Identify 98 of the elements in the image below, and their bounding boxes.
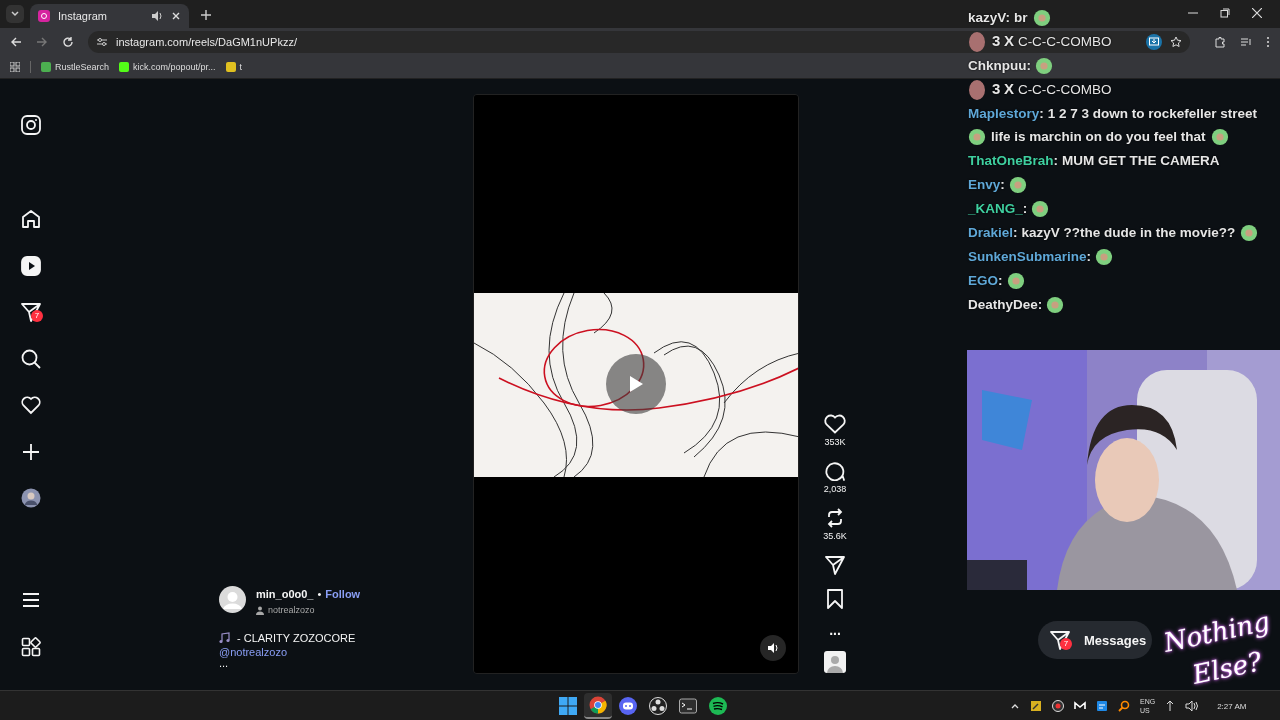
extensions-icon[interactable] (1214, 36, 1226, 48)
emote-icon (1240, 224, 1259, 243)
tab-title: Instagram (58, 10, 108, 22)
mention-link[interactable]: @notrealzozo (219, 646, 473, 658)
send-icon (1050, 630, 1070, 650)
emote-icon (1032, 9, 1051, 28)
emote-icon (1095, 248, 1114, 267)
music-notes-icon (219, 632, 231, 644)
emote-icon (1006, 272, 1025, 291)
chat-message: EGO: (968, 269, 1030, 292)
record-icon[interactable] (1052, 700, 1064, 712)
chat-message: kazyV: br (968, 6, 1056, 29)
avatar-icon[interactable] (21, 488, 41, 508)
bookmark[interactable]: kick.com/popout/pr... (119, 62, 216, 72)
apps-grid-icon[interactable] (10, 62, 20, 72)
chat-message: SunkenSubmarine: (968, 245, 1119, 268)
chat-message: DeathyDee: (968, 293, 1070, 316)
emote-icon (1031, 200, 1050, 219)
play-icon[interactable] (21, 255, 41, 276)
browser-tab[interactable]: Instagram (30, 4, 189, 28)
taskbar-button[interactable] (584, 693, 612, 719)
send-icon[interactable] (825, 555, 845, 575)
follow-link[interactable]: Follow (325, 588, 361, 600)
emote-icon (1210, 128, 1229, 147)
username-link[interactable]: min_o0o0_ (256, 588, 314, 600)
speaker-icon[interactable] (767, 642, 779, 654)
obs-icon (649, 697, 667, 715)
caret-down-icon[interactable] (10, 9, 20, 19)
clock-time[interactable]: 2:27 AM (1217, 701, 1247, 711)
separator-dot: • (317, 588, 322, 600)
speaker-icon[interactable] (1185, 700, 1200, 712)
home-icon[interactable] (21, 209, 41, 229)
more-text[interactable]: ... (219, 658, 473, 668)
chat-message: Chknpuu: (968, 54, 1058, 77)
bookmark[interactable]: t (225, 62, 243, 72)
play-icon[interactable] (628, 375, 644, 393)
plus-icon[interactable] (21, 441, 41, 462)
emote-icon (968, 30, 986, 53)
close-icon[interactable] (171, 11, 181, 21)
comment-icon[interactable] (825, 461, 845, 481)
menu-icon[interactable] (1266, 36, 1270, 48)
audio-thumbnail-icon[interactable] (824, 651, 846, 673)
overlay-logo: Nothing Else? (1160, 614, 1274, 692)
discord-icon (619, 697, 637, 715)
emote-icon (968, 78, 986, 101)
install-app-icon[interactable] (1149, 37, 1159, 47)
close-icon[interactable] (1252, 8, 1262, 18)
chat-message: Maplestory: 1 2 7 3 down to rockefeller street life is marchin on do you feel that (968, 102, 1272, 148)
chat-message: _KANG_: (968, 197, 1055, 220)
star-icon[interactable] (1170, 36, 1182, 48)
caption-text: - CLARITY ZOZOCORE (237, 632, 356, 644)
messages-button[interactable]: 7 Messages (1038, 621, 1152, 659)
window-icon[interactable] (1096, 700, 1108, 712)
media-icon[interactable] (1240, 36, 1252, 48)
search-icon[interactable] (1118, 700, 1130, 712)
search-icon[interactable] (21, 348, 41, 369)
bookmark-icon[interactable] (827, 589, 843, 609)
back-icon[interactable] (10, 36, 22, 48)
bookmark[interactable]: RustleSearch (41, 62, 110, 72)
heart-icon[interactable] (824, 414, 846, 434)
chat-message: Envy: (968, 173, 1032, 196)
video-player[interactable] (473, 94, 799, 674)
chrome-icon (589, 696, 607, 714)
emote-icon (1008, 176, 1027, 195)
m-logo-icon[interactable] (1074, 700, 1086, 712)
more-button[interactable]: ... (829, 623, 841, 637)
send-icon[interactable] (21, 302, 41, 322)
pencil-icon[interactable] (1030, 700, 1042, 712)
speaker-icon[interactable] (151, 10, 163, 22)
notification-badge: 7 (1060, 638, 1072, 650)
grid-icon[interactable] (21, 637, 41, 657)
site-settings-icon[interactable] (96, 36, 108, 48)
restore-icon[interactable] (1220, 8, 1230, 18)
spotify-icon (709, 697, 727, 715)
terminal-icon (679, 697, 697, 715)
action-count: 353K (824, 437, 846, 447)
action-count: 35.6K (823, 531, 847, 541)
emote-icon (1046, 296, 1065, 315)
chat-message: ThatOneBrah: MUM GET THE CAMERA (968, 152, 1221, 170)
combo-text: 3 X C-C-C-COMBO (992, 79, 1112, 99)
windows-logo-icon (559, 697, 577, 715)
heart-icon[interactable] (21, 395, 41, 415)
emote-icon (1035, 57, 1053, 76)
chat-message: Drakiel: kazyV ??the dude in the movie?? (968, 221, 1264, 244)
menu-icon[interactable] (21, 590, 41, 610)
action-count: 2,038 (823, 484, 847, 494)
new-tab-icon[interactable] (201, 10, 211, 20)
reload-icon[interactable] (62, 36, 74, 48)
camera-icon (38, 10, 50, 22)
notification-badge: 7 (31, 310, 43, 322)
avatar-icon[interactable] (219, 586, 246, 613)
camera-logo-icon[interactable] (21, 115, 41, 135)
person-icon (256, 605, 264, 615)
combo-text: 3 X C-C-C-COMBO (992, 31, 1112, 51)
emote-icon (968, 128, 986, 147)
repost-icon[interactable] (825, 508, 845, 528)
audio-user-link[interactable]: notrealzozo (268, 605, 315, 615)
forward-icon[interactable] (36, 36, 48, 48)
